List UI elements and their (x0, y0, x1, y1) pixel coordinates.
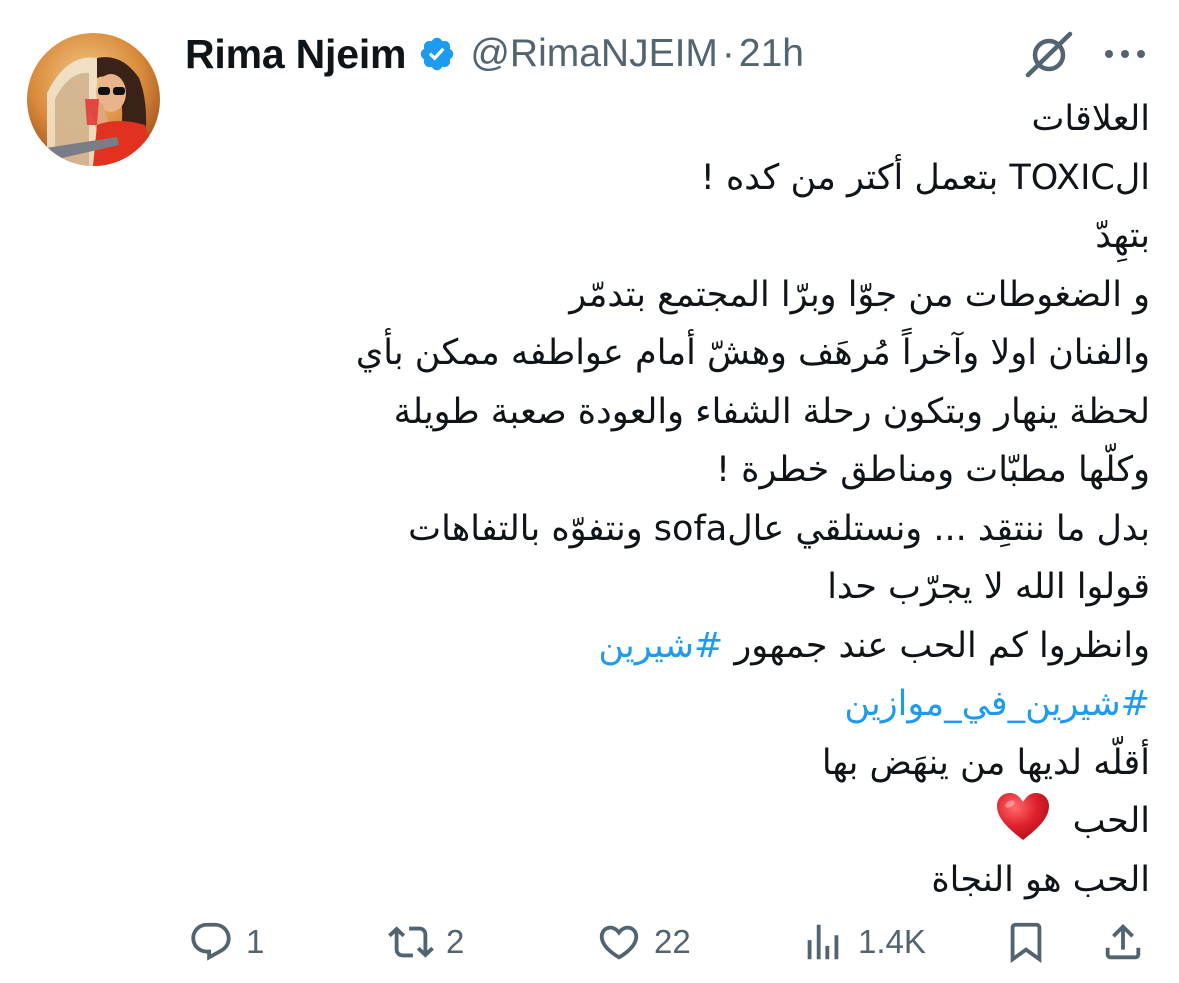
tweet-line: والفنان اولا وآخراً مُرهَف وهشّ أمام عوا… (355, 333, 1150, 373)
tweet-line-text: وانظروا كم الحب عند جمهور (723, 625, 1150, 666)
tweet-line: العلاقات (1031, 99, 1150, 139)
tweet-line: #شيرين_في_موازين (190, 675, 1150, 734)
verified-badge-icon[interactable] (418, 35, 456, 73)
bookmark-icon (1010, 922, 1042, 963)
reply-count: 1 (246, 923, 265, 960)
tweet-line: وانظروا كم الحب عند جمهور #شيرين (190, 617, 1150, 676)
tweet-line: بتهِدّ (1095, 216, 1150, 256)
share-button[interactable] (1100, 917, 1146, 967)
grok-icon[interactable] (1022, 28, 1076, 82)
like-button[interactable]: 22 (596, 917, 691, 967)
retweet-icon (388, 926, 434, 958)
retweet-count: 2 (446, 923, 465, 960)
avatar-image (27, 33, 160, 166)
tweet-card[interactable]: Rima Njeim @RimaNJEIM · 21h العلاقات الT… (0, 0, 1179, 983)
heart-emoji-icon (996, 792, 1050, 842)
reply-button[interactable]: 1 (188, 917, 264, 967)
hashtag-link[interactable]: #شيرين (598, 626, 723, 666)
tweet-timestamp[interactable]: 21h (739, 32, 804, 76)
tweet-line: الTOXIC بتعمل أكتر من كده ! (700, 157, 1150, 198)
tweet-line: وكلّها مطبّات ومناطق خطرة ! (715, 450, 1150, 490)
tweet-line: أقلّه لديها من ينهَض بها (821, 742, 1150, 783)
display-name[interactable]: Rima Njeim (185, 31, 407, 78)
author-handle[interactable]: @RimaNJEIM (470, 32, 718, 76)
views-chart-icon (807, 924, 839, 960)
tweet-text: العلاقات الTOXIC بتعمل أكتر من كده ! بته… (190, 90, 1150, 909)
more-icon[interactable] (1101, 36, 1149, 72)
tweet-header: Rima Njeim @RimaNJEIM · 21h (185, 28, 804, 80)
tweet-line-text: الحب (1072, 801, 1150, 841)
retweet-button[interactable]: 2 (388, 917, 464, 967)
header-separator: · (721, 32, 735, 75)
tweet-line: لحظة ينهار وبتكون رحلة الشفاء والعودة صع… (393, 391, 1150, 432)
views-button[interactable]: 1.4K (800, 917, 926, 967)
like-heart-icon (599, 925, 639, 960)
hashtag-link[interactable]: #شيرين_في_موازين (844, 684, 1150, 724)
tweet-line: بدل ما ننتقِد ... ونستلقي عالsofa ونتفوّ… (408, 508, 1150, 549)
tweet-line: الحب (190, 792, 1150, 851)
share-icon (1105, 923, 1141, 960)
tweet-line: الحب هو النجاة (931, 859, 1150, 900)
avatar[interactable] (27, 33, 160, 166)
tweet-line: و الضغوطات من جوّا وبرّا المجتمع بتدمّر (569, 274, 1150, 315)
reply-icon (191, 922, 231, 961)
tweet-line: قولوا الله لا يجرّب حدا (827, 567, 1150, 607)
action-bar: 1 2 22 1.4K (0, 905, 1179, 980)
views-count: 1.4K (858, 923, 926, 960)
like-count: 22 (654, 923, 691, 960)
bookmark-button[interactable] (1003, 917, 1049, 967)
